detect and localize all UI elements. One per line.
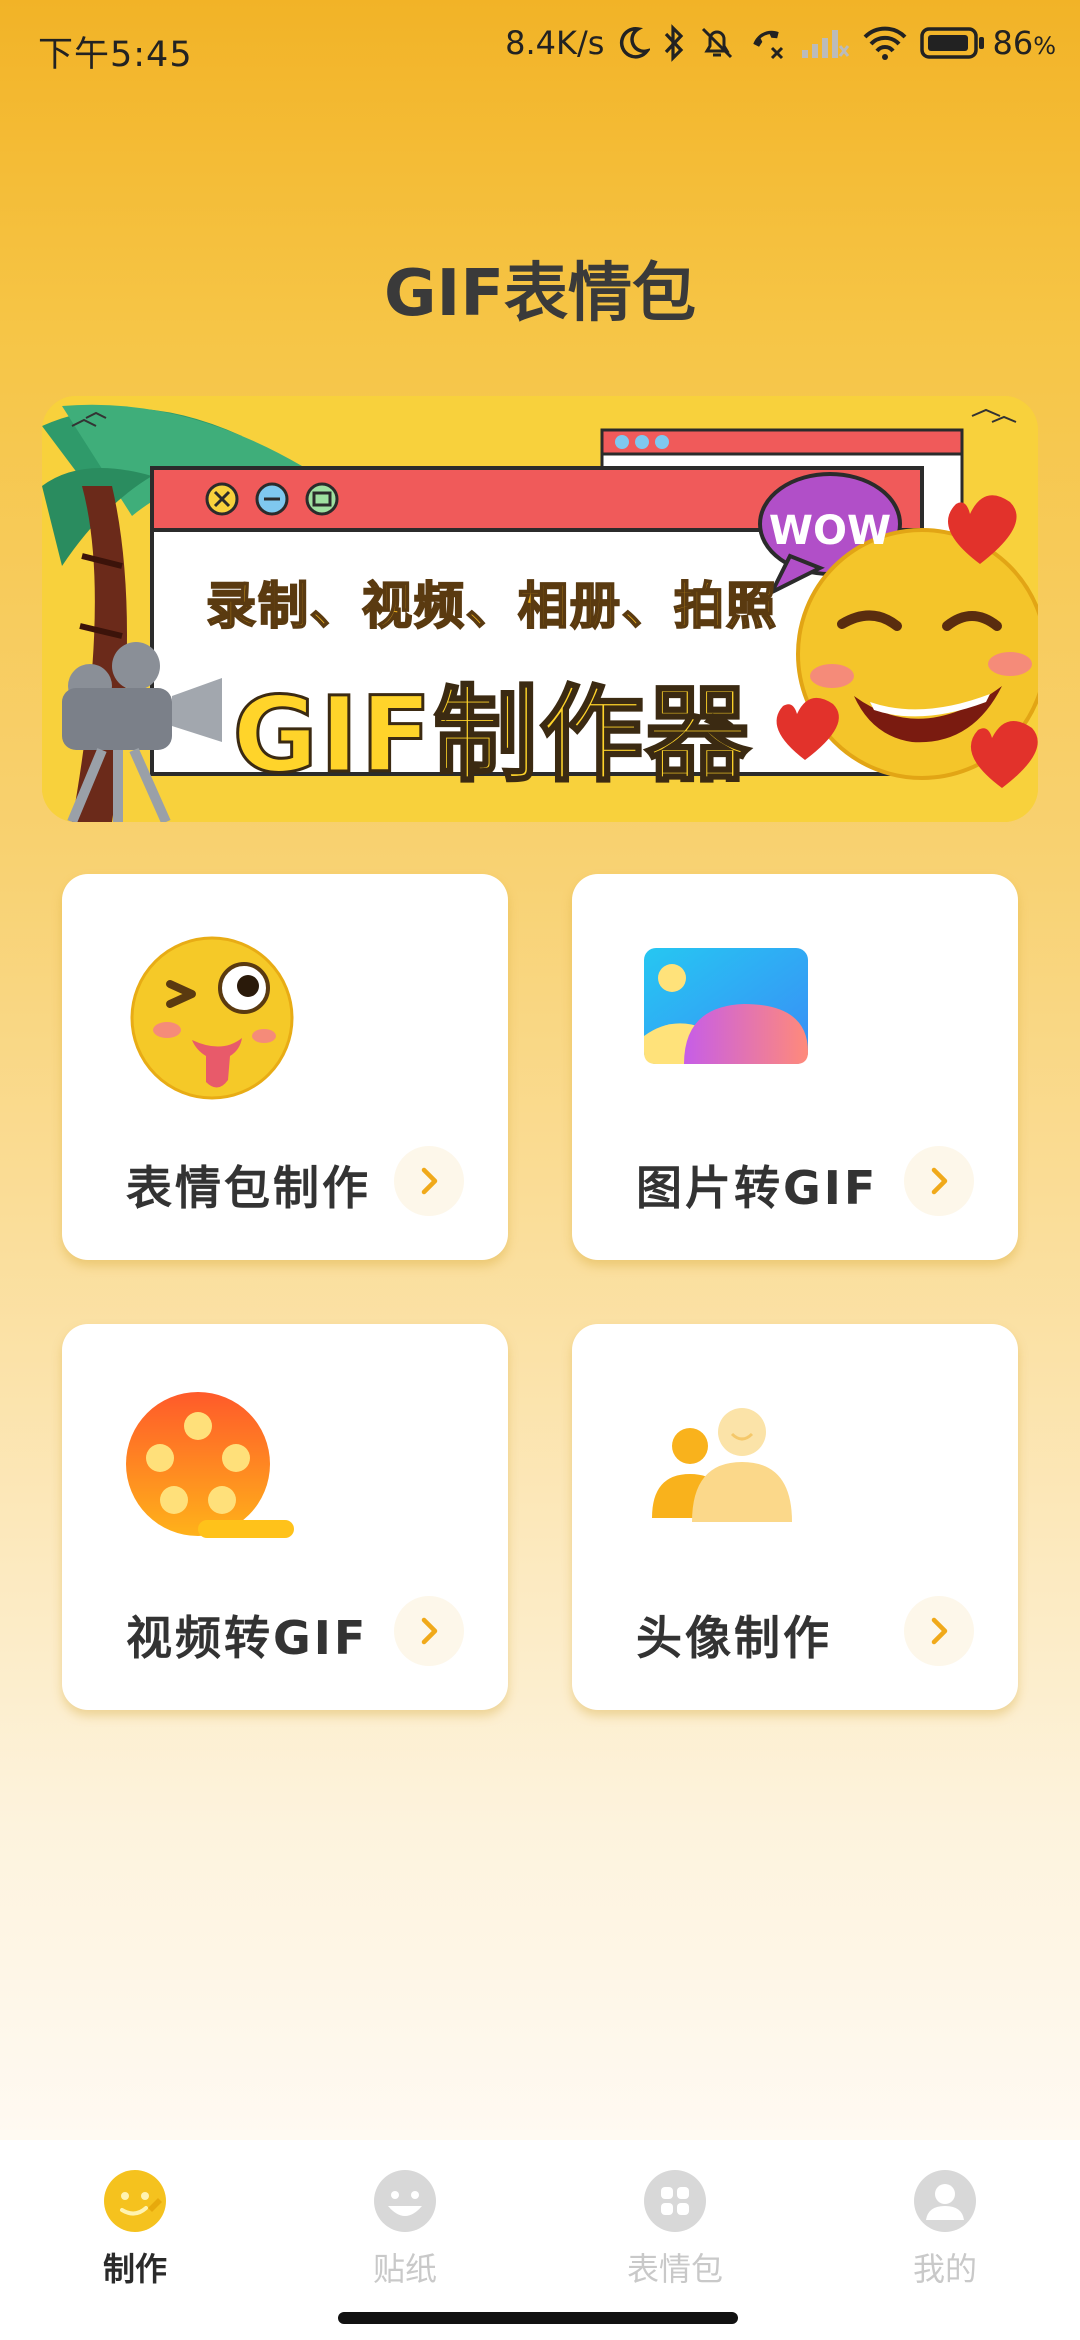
battery-indicator: 86% (920, 24, 1056, 62)
home-indicator[interactable] (338, 2312, 738, 2324)
card-label: 图片转GIF (636, 1161, 879, 1215)
battery-icon (920, 27, 985, 59)
banner-subtitle: 录制、视频、相册、拍照 (205, 576, 778, 636)
winking-emoji-icon (130, 936, 294, 1100)
banner-title: GIF制作器 (231, 673, 752, 798)
image-icon (644, 948, 808, 1064)
card-avatar-maker[interactable]: 头像制作 (572, 1324, 1018, 1710)
mute-bell-icon (702, 27, 733, 59)
chevron-right-icon[interactable] (394, 1146, 464, 1216)
card-label: 头像制作 (636, 1611, 832, 1665)
promo-banner[interactable]: 录制、视频、相册、拍照 GIF制作器 WOW (42, 396, 1038, 822)
page-title: GIF表情包 (383, 257, 697, 331)
grid-icon (644, 2170, 706, 2232)
chevron-right-icon[interactable] (904, 1596, 974, 1666)
film-reel-icon (126, 1392, 294, 1538)
chevron-right-icon[interactable] (904, 1146, 974, 1216)
battery-percent: 86 (992, 24, 1034, 62)
tab-profile[interactable]: 我的 (845, 2168, 1045, 2290)
banner-bubble-text: WOW (768, 508, 892, 554)
network-speed: 8.4K/s (505, 24, 605, 62)
moon-icon (620, 27, 651, 59)
avatar-people-icon (652, 1408, 792, 1522)
call-blocked-icon (753, 30, 784, 60)
tab-label: 表情包 (626, 2250, 723, 2288)
tab-label: 制作 (102, 2250, 167, 2288)
card-label: 视频转GIF (126, 1611, 369, 1665)
card-label: 表情包制作 (126, 1161, 371, 1215)
status-icons: 8.4K/s 86% (505, 24, 1056, 62)
sticker-smile-icon (374, 2170, 436, 2232)
status-bar: 下午5:45 8.4K/s 86% (0, 0, 1080, 96)
card-meme-maker[interactable]: 表情包制作 (62, 874, 508, 1260)
card-video-to-gif[interactable]: 视频转GIF (62, 1324, 508, 1710)
status-time: 下午5:45 (38, 35, 193, 75)
tab-stickers[interactable]: 贴纸 (305, 2168, 505, 2290)
tab-memes[interactable]: 表情包 (575, 2168, 775, 2290)
bottom-tab-bar: 制作 贴纸 表情包 我的 (0, 2140, 1080, 2340)
tab-label: 贴纸 (372, 2250, 437, 2288)
signal-icon (802, 30, 850, 58)
profile-icon (914, 2170, 976, 2232)
battery-unit: % (1033, 32, 1056, 60)
chevron-right-icon[interactable] (394, 1596, 464, 1666)
tab-make[interactable]: 制作 (35, 2168, 235, 2290)
tab-label: 我的 (912, 2250, 977, 2288)
card-image-to-gif[interactable]: 图片转GIF (572, 874, 1018, 1260)
bluetooth-icon (665, 24, 684, 62)
wifi-icon (864, 26, 907, 60)
make-emoji-icon (104, 2170, 166, 2232)
